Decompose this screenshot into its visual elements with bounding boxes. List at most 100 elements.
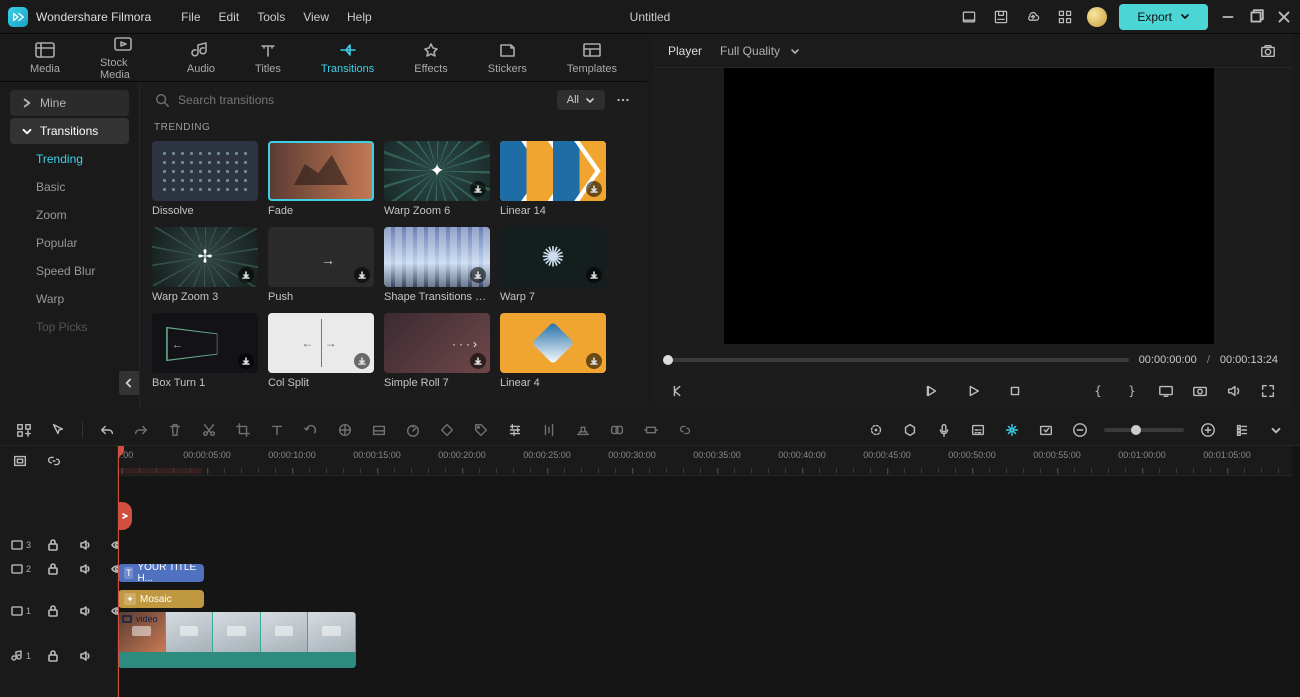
transition-thumb[interactable] [152,313,258,373]
timeline-tracks-area[interactable]: 00:0000:00:05:0000:00:10:0000:00:15:0000… [118,446,1292,697]
download-icon[interactable] [586,181,602,197]
sidebar-sub-trending[interactable]: Trending [10,146,129,172]
menu-view[interactable]: View [303,10,329,24]
track-mute-icon[interactable] [75,646,95,666]
tl-speed-icon[interactable] [403,420,423,440]
track-lock-icon[interactable] [43,646,63,666]
clip-title[interactable]: T YOUR TITLE H... [118,564,204,582]
track-lock-icon[interactable] [43,601,63,621]
save-icon[interactable] [991,7,1011,27]
tl-marker-icon[interactable] [900,420,920,440]
menu-edit[interactable]: Edit [219,10,240,24]
download-icon[interactable] [586,267,602,283]
tl-tag-icon[interactable] [471,420,491,440]
transition-item[interactable]: Warp Zoom 6 [384,141,490,217]
transition-item[interactable]: Col Split [268,313,374,389]
menu-tools[interactable]: Tools [257,10,285,24]
sidebar-sub-speed-blur[interactable]: Speed Blur [10,258,129,284]
tl-color-icon[interactable] [335,420,355,440]
transition-thumb[interactable] [500,313,606,373]
play-icon[interactable] [963,381,983,401]
more-options-icon[interactable] [613,90,633,110]
sidebar-sub-popular[interactable]: Popular [10,230,129,256]
play-back-icon[interactable] [921,381,941,401]
transition-thumb[interactable] [268,141,374,201]
transition-item[interactable]: Warp Zoom 3 [152,227,258,303]
cloud-icon[interactable] [1023,7,1043,27]
filter-dropdown[interactable]: All [557,90,605,110]
tl-rotate-icon[interactable] [301,420,321,440]
transition-item[interactable]: Warp 7 [500,227,606,303]
transition-thumb[interactable] [500,227,606,287]
transition-thumb[interactable] [384,227,490,287]
tl-more-icon[interactable] [1266,420,1286,440]
tl-zoom-slider[interactable] [1104,428,1184,432]
export-button[interactable]: Export [1119,4,1208,30]
menu-file[interactable]: File [181,10,200,24]
tl-render-icon[interactable] [1002,420,1022,440]
download-icon[interactable] [354,353,370,369]
camera-icon[interactable] [1190,381,1210,401]
transition-thumb[interactable] [152,227,258,287]
transition-thumb[interactable] [384,141,490,201]
tl-zoom-out-icon[interactable] [1070,420,1090,440]
close-icon[interactable] [1276,9,1292,25]
tab-effects[interactable]: Effects [414,41,447,75]
transition-item[interactable]: Linear 14 [500,141,606,217]
download-icon[interactable] [238,267,254,283]
transition-item[interactable]: Fade [268,141,374,217]
download-icon[interactable] [586,353,602,369]
tl-adjust-icon[interactable] [505,420,525,440]
tl-expand-icon[interactable] [641,420,661,440]
tab-media[interactable]: Media [30,41,60,75]
tl-mask-icon[interactable] [369,420,389,440]
tab-stock-media[interactable]: Stock Media [100,35,147,81]
sidebar-item-transitions[interactable]: Transitions [10,118,129,144]
tab-stickers[interactable]: Stickers [488,41,527,75]
tl-mic-icon[interactable] [934,420,954,440]
download-icon[interactable] [354,267,370,283]
mark-out-icon[interactable]: } [1122,381,1142,401]
tl-group-icon[interactable] [607,420,627,440]
fullscreen-icon[interactable] [1258,381,1278,401]
transition-item[interactable]: Push [268,227,374,303]
user-avatar[interactable] [1087,7,1107,27]
layout-icon[interactable] [959,7,979,27]
display-icon[interactable] [1156,381,1176,401]
tl-snapshot-icon[interactable] [1036,420,1056,440]
tab-templates[interactable]: Templates [567,41,617,75]
track-mute-icon[interactable] [75,601,95,621]
timeline-tracks[interactable]: T YOUR TITLE H... ✦ Mosaic video [118,476,1292,697]
stop-icon[interactable] [1005,381,1025,401]
tl-subtitle-icon[interactable] [968,420,988,440]
tl-undo-icon[interactable] [97,420,117,440]
tab-transitions[interactable]: Transitions [321,41,374,75]
sidebar-item-mine[interactable]: Mine [10,90,129,116]
transition-item[interactable]: Simple Roll 7 [384,313,490,389]
scrub-track[interactable] [668,358,1129,362]
sidebar-sub-warp[interactable]: Warp [10,286,129,312]
transition-thumb[interactable] [500,141,606,201]
menu-help[interactable]: Help [347,10,372,24]
transition-thumb[interactable] [268,227,374,287]
tl-text-icon[interactable] [267,420,287,440]
tl-link-icon[interactable] [675,420,695,440]
track-lock-icon[interactable] [43,559,63,579]
tl-crop-icon[interactable] [233,420,253,440]
snapshot-icon[interactable] [1258,41,1278,61]
expand-track-button[interactable] [118,502,132,530]
maximize-icon[interactable] [1248,9,1264,25]
transition-thumb[interactable] [268,313,374,373]
sidebar-sub-basic[interactable]: Basic [10,174,129,200]
tl-redo-icon[interactable] [131,420,151,440]
prev-frame-icon[interactable] [668,381,688,401]
timeline-ruler[interactable]: 00:0000:00:05:0000:00:10:0000:00:15:0000… [118,446,1292,476]
quality-dropdown[interactable]: Full Quality [720,44,800,58]
transition-item[interactable]: Shape Transitions Pack... [384,227,490,303]
track-mute-icon[interactable] [75,559,95,579]
tl-match-icon[interactable] [10,451,30,471]
preview-player-tab[interactable]: Player [668,44,702,58]
search-input[interactable] [178,93,549,107]
preview-video[interactable] [724,68,1214,344]
tl-add-track-icon[interactable] [14,420,34,440]
